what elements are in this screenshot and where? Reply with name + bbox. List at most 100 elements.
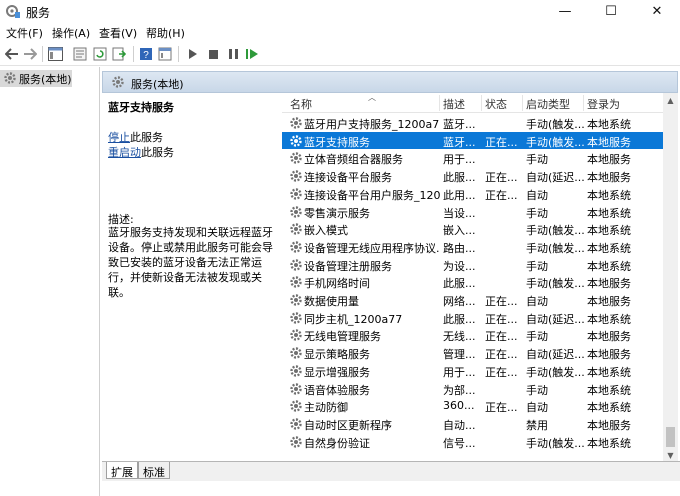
- toolbar-separator: [42, 46, 43, 62]
- service-gear-icon: [290, 329, 302, 342]
- service-gear-icon: [290, 205, 302, 218]
- service-gear-icon: [290, 188, 302, 200]
- tree-item-label: 服务(本地): [19, 73, 72, 86]
- back-arrow-icon[interactable]: [4, 46, 20, 62]
- service-row[interactable]: 自动时区更新程序 自动... 禁用 本地服务: [282, 415, 663, 433]
- service-row[interactable]: 零售演示服务 当设... 手动 本地系统: [282, 203, 663, 221]
- window-title: 服务: [26, 6, 51, 20]
- service-status: 正在...: [485, 171, 518, 185]
- tab-standard[interactable]: 标准: [138, 462, 170, 479]
- service-status: 正在...: [485, 295, 518, 308]
- service-row[interactable]: 嵌入模式 嵌入... 手动(触发... 本地系统: [282, 220, 663, 238]
- service-description: 自动...: [443, 418, 476, 432]
- title-bar: 服务 — ☐ ✕: [0, 0, 680, 22]
- service-row[interactable]: 手机网络时间 此服... 手动(触发... 本地服务: [282, 273, 663, 291]
- service-description: 无线...: [443, 330, 476, 344]
- column-header-startup-type[interactable]: 启动类型: [526, 96, 570, 112]
- forward-arrow-icon[interactable]: [22, 46, 38, 62]
- properties-icon[interactable]: [72, 46, 88, 62]
- stop-service-link[interactable]: 停止: [108, 131, 130, 144]
- column-divider[interactable]: [522, 95, 523, 111]
- service-row[interactable]: 显示增强服务 用于... 正在... 手动(触发... 本地系统: [282, 362, 663, 380]
- column-divider[interactable]: [439, 95, 440, 111]
- service-startup-type: 自动(延迟...: [526, 312, 584, 326]
- service-startup-type: 自动(延迟...: [526, 348, 584, 362]
- refresh-icon[interactable]: [92, 46, 108, 62]
- column-divider[interactable]: [583, 95, 584, 111]
- pause-service-icon[interactable]: [225, 46, 241, 62]
- service-description: 360...: [443, 399, 475, 413]
- help-icon[interactable]: ?: [138, 46, 154, 62]
- menu-action[interactable]: 操作(A): [52, 25, 90, 41]
- service-row[interactable]: 数据使用量 网络... 正在... 自动 本地服务: [282, 291, 663, 309]
- start-service-icon[interactable]: [185, 46, 201, 62]
- service-gear-icon: [290, 311, 302, 324]
- menu-view[interactable]: 查看(V): [99, 25, 137, 41]
- service-row[interactable]: 同步主机_1200a77 此服... 正在... 自动(延迟... 本地系统: [282, 309, 663, 327]
- service-row[interactable]: 设备管理无线应用程序协议... 路由... 手动(触发... 本地系统: [282, 238, 663, 256]
- restart-service-icon[interactable]: [244, 46, 260, 62]
- stop-service-icon[interactable]: [205, 46, 221, 62]
- column-header-name[interactable]: 名称: [290, 96, 312, 112]
- service-gear-icon: [290, 347, 302, 359]
- export-list-icon[interactable]: [111, 46, 127, 62]
- menu-help[interactable]: 帮助(H): [146, 25, 185, 41]
- service-name: 立体音频组合器服务: [304, 153, 403, 167]
- tree-item-services-local[interactable]: 服务(本地): [0, 70, 72, 87]
- service-description: 为设...: [443, 259, 476, 273]
- vertical-scrollbar[interactable]: ▲ ▼: [663, 93, 678, 463]
- service-logon-as: 本地服务: [587, 348, 631, 362]
- content-area: 服务(本地) 蓝牙支持服务 停止此服务 重启动此服务 描述: 蓝牙服务支持发现和…: [102, 67, 680, 496]
- service-description: 用于...: [443, 153, 476, 167]
- service-gear-icon: [290, 241, 302, 253]
- column-divider[interactable]: [481, 95, 482, 111]
- service-name: 设备管理无线应用程序协议...: [304, 241, 440, 255]
- maximize-button[interactable]: ☐: [588, 0, 634, 22]
- content-header-label: 服务(本地): [131, 78, 184, 91]
- menu-file[interactable]: 文件(F): [6, 25, 43, 41]
- stop-service-action: 停止此服务: [108, 129, 163, 145]
- service-name: 自动时区更新程序: [304, 418, 392, 432]
- service-startup-type: 自动(延迟...: [526, 171, 584, 185]
- service-status: 正在...: [485, 348, 518, 362]
- service-description: 此服...: [443, 312, 476, 326]
- show-hide-tree-icon[interactable]: [47, 46, 63, 62]
- column-header-logon-as[interactable]: 登录为: [587, 96, 620, 112]
- scroll-up-arrow-icon[interactable]: ▲: [663, 93, 678, 108]
- column-header-description[interactable]: 描述: [443, 96, 465, 112]
- service-gear-icon: [290, 418, 302, 430]
- service-row[interactable]: 设备管理注册服务 为设... 手动 本地系统: [282, 256, 663, 274]
- service-row[interactable]: 连接设备平台服务 此服... 正在... 自动(延迟... 本地服务: [282, 167, 663, 185]
- service-row[interactable]: 主动防御 360... 正在... 自动 本地系统: [282, 397, 663, 415]
- service-logon-as: 本地系统: [587, 383, 631, 397]
- restart-service-link[interactable]: 重启动: [108, 146, 141, 159]
- service-name: 零售演示服务: [304, 206, 370, 220]
- scrollbar-thumb[interactable]: [666, 427, 675, 447]
- console-view-icon[interactable]: [157, 46, 173, 62]
- sort-ascending-icon: ︿: [368, 93, 376, 102]
- service-status: 正在...: [485, 188, 518, 202]
- service-startup-type: 手动(触发...: [526, 241, 584, 255]
- tab-extended[interactable]: 扩展: [106, 462, 138, 479]
- service-row[interactable]: 语音体验服务 为部... 手动 本地系统: [282, 380, 663, 398]
- service-status: 正在...: [485, 312, 518, 326]
- service-row[interactable]: 立体音频组合器服务 用于... 手动 本地服务: [282, 149, 663, 167]
- service-logon-as: 本地系统: [587, 436, 631, 450]
- service-row[interactable]: 显示策略服务 管理... 正在... 自动(延迟... 本地服务: [282, 344, 663, 362]
- column-header-status[interactable]: 状态: [485, 96, 507, 112]
- service-startup-type: 手动(触发...: [526, 277, 584, 291]
- service-name: 显示策略服务: [304, 348, 370, 362]
- minimize-button[interactable]: —: [542, 0, 588, 22]
- service-row[interactable]: 无线电管理服务 无线... 正在... 手动 本地服务: [282, 326, 663, 344]
- service-row[interactable]: 蓝牙用户支持服务_1200a77 蓝牙... 手动(触发... 本地系统: [282, 114, 663, 132]
- service-description: 蓝牙...: [443, 118, 476, 131]
- close-button[interactable]: ✕: [634, 0, 680, 22]
- service-description: 用于...: [443, 365, 476, 379]
- service-description: 网络...: [443, 295, 476, 308]
- service-gear-icon: [290, 400, 302, 412]
- service-row[interactable]: 自然身份验证 信号... 手动(触发... 本地系统: [282, 433, 663, 451]
- service-row[interactable]: 蓝牙支持服务 蓝牙... 正在... 手动(触发... 本地服务: [282, 131, 663, 150]
- service-gear-icon: [290, 435, 302, 448]
- service-row[interactable]: 连接设备平台用户服务_120... 此用... 正在... 自动 本地系统: [282, 185, 663, 203]
- service-description: 当设...: [443, 206, 476, 220]
